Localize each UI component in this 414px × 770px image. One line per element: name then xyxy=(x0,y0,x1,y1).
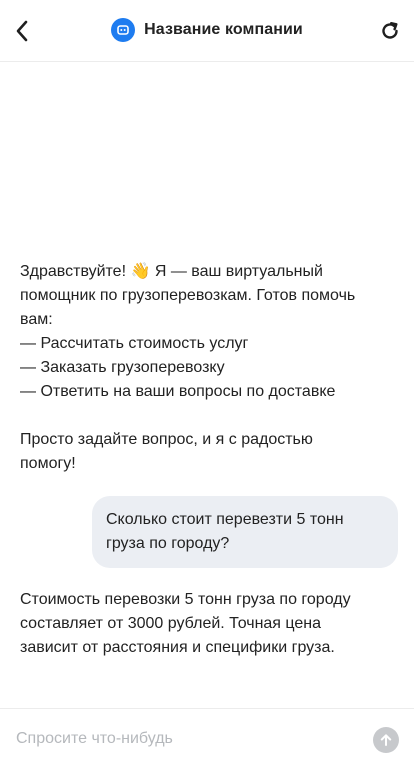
arrow-up-icon xyxy=(380,734,392,746)
message-line: помощник по грузоперевозкам. Готов помоч… xyxy=(20,287,356,304)
send-button[interactable] xyxy=(373,727,399,753)
message-line: зависит от расстояния и специфики груза. xyxy=(20,639,335,656)
message-line: Стоимость перевозки 5 тонн груза по горо… xyxy=(20,591,351,608)
refresh-button[interactable] xyxy=(376,17,404,45)
message-line: груза по городу? xyxy=(106,535,230,552)
message-composer xyxy=(0,708,414,770)
message-line: Просто задайте вопрос, и я с радостью xyxy=(20,431,313,448)
message-line: — Заказать грузоперевозку xyxy=(20,359,225,376)
message-line: — Ответить на ваши вопросы по доставке xyxy=(20,383,336,400)
header-title-group: Название компании xyxy=(0,18,414,42)
refresh-icon xyxy=(382,22,398,39)
message-line: вам: xyxy=(20,311,53,328)
message-input[interactable] xyxy=(16,723,356,755)
message-line: составляет от 3000 рублей. Точная цена xyxy=(20,615,322,632)
bot-logo-icon xyxy=(111,18,136,42)
bot-message: Стоимость перевозки 5 тонн груза по горо… xyxy=(20,588,390,660)
user-message-bubble: Сколько стоит перевезти 5 тонн груза по … xyxy=(92,496,398,568)
chat-header: Название компании xyxy=(0,0,414,62)
company-name-title: Название компании xyxy=(144,21,303,38)
message-line: Здравствуйте! 👋 Я — ваш виртуальный xyxy=(20,263,323,280)
message-line: помогу! xyxy=(20,455,76,472)
bot-message: Здравствуйте! 👋 Я — ваш виртуальный помо… xyxy=(20,260,390,476)
message-line: — Рассчитать стоимость услуг xyxy=(20,335,249,352)
message-line: Сколько стоит перевезти 5 тонн xyxy=(106,511,344,528)
chat-messages: Здравствуйте! 👋 Я — ваш виртуальный помо… xyxy=(0,62,414,708)
